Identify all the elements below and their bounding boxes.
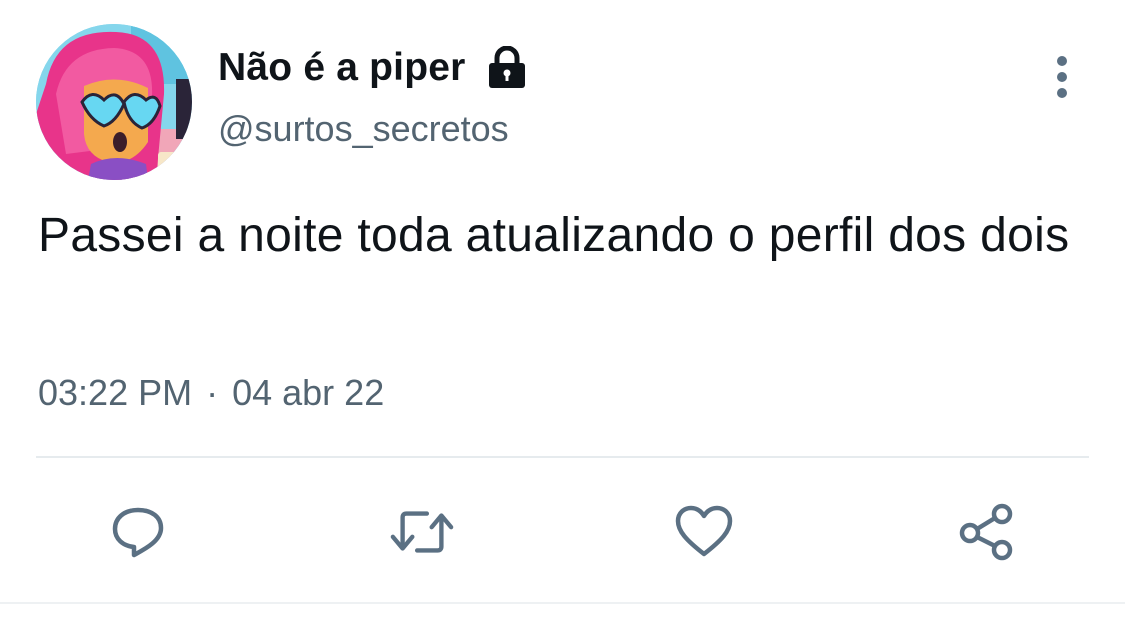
tweet-time: 03:22 PM [38, 372, 193, 413]
tweet-timestamp[interactable]: 03:22 PM · 04 abr 22 [38, 372, 384, 414]
like-button[interactable] [672, 500, 736, 564]
tweet-date: 04 abr 22 [232, 372, 385, 413]
share-icon [959, 503, 1013, 561]
user-handle[interactable]: @surtos_secretos [218, 108, 509, 150]
divider [36, 456, 1089, 458]
bottom-divider [0, 602, 1125, 604]
heart-icon [675, 505, 733, 557]
avatar[interactable] [36, 24, 192, 180]
lock-icon [488, 46, 525, 88]
tweet-card: Não é a piper @surtos_secretos Passei a … [0, 0, 1125, 621]
display-name[interactable]: Não é a piper [218, 46, 466, 90]
retweet-button[interactable] [390, 500, 454, 564]
timestamp-separator: · [206, 372, 219, 413]
more-vertical-icon[interactable] [1046, 52, 1078, 102]
share-button[interactable] [954, 500, 1018, 564]
tweet-text: Passei a noite toda atualizando o perfil… [38, 209, 1070, 262]
retweet-icon [390, 511, 454, 553]
avatar-image [36, 24, 192, 180]
author-name-row: Não é a piper [218, 40, 528, 96]
reply-button[interactable] [106, 500, 170, 564]
reply-icon [112, 507, 164, 558]
